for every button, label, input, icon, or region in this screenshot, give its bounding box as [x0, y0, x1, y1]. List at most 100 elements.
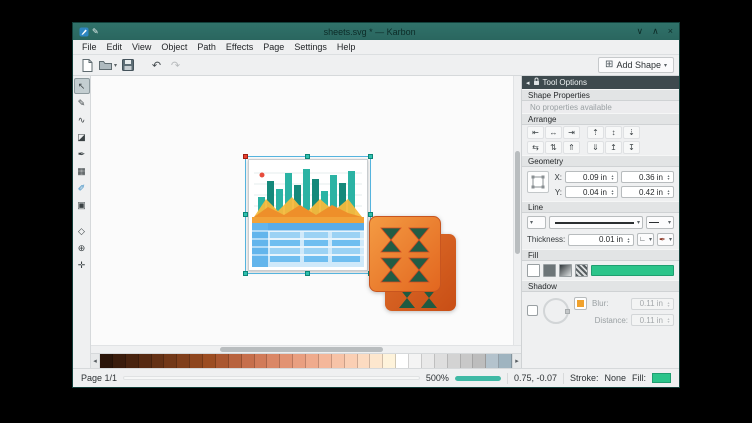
palette-swatch[interactable] — [473, 354, 486, 368]
line-join-select[interactable] — [637, 233, 654, 246]
palette-swatch[interactable] — [242, 354, 255, 368]
dock-collapse-icon[interactable] — [526, 79, 530, 87]
palette-swatch[interactable] — [306, 354, 319, 368]
redo-button[interactable]: ↷ — [167, 57, 184, 74]
fill-pattern-button[interactable] — [575, 264, 588, 277]
shadow-angle-knob[interactable] — [565, 309, 570, 314]
palette-swatch[interactable] — [229, 354, 242, 368]
palette-swatch[interactable] — [422, 354, 435, 368]
palette-swatch[interactable] — [435, 354, 448, 368]
zoom-slider[interactable] — [455, 376, 501, 381]
vertical-scrollbar-thumb[interactable] — [515, 151, 520, 253]
palette-swatch[interactable] — [177, 354, 190, 368]
fill-color-bar[interactable] — [591, 265, 674, 276]
open-dropdown-icon[interactable] — [114, 62, 117, 69]
palette-swatch[interactable] — [216, 354, 229, 368]
titlebar[interactable]: sheets.svg * — Karbon ∨ ∧ × — [73, 23, 679, 40]
align-bottom-button[interactable]: ⇣ — [623, 126, 640, 139]
palette-swatch[interactable] — [190, 354, 203, 368]
anchor-points-icon[interactable] — [527, 171, 549, 193]
palette-swatch[interactable] — [448, 354, 461, 368]
menu-settings[interactable]: Settings — [289, 41, 332, 53]
shadow-color-button[interactable] — [574, 297, 587, 310]
bezier-curve-tool[interactable]: ∿ — [74, 112, 90, 128]
horizontal-scrollbar[interactable] — [91, 345, 521, 353]
menu-page[interactable]: Page — [258, 41, 289, 53]
width-input[interactable]: 0.36 in — [621, 171, 674, 183]
align-vcenter-button[interactable]: ↕ — [605, 126, 622, 139]
select-tool[interactable]: ↖ — [74, 78, 90, 94]
palette-swatch[interactable] — [164, 354, 177, 368]
palette-swatch[interactable] — [370, 354, 383, 368]
brush-tool[interactable]: ✐ — [74, 180, 90, 196]
palette-swatch[interactable] — [396, 354, 409, 368]
distribute-vertical-button[interactable]: ⇅ — [545, 141, 562, 154]
dock-header[interactable]: Tool Options — [522, 76, 679, 89]
palette-swatch[interactable] — [358, 354, 371, 368]
menu-object[interactable]: Object — [156, 41, 192, 53]
selection-handle-bottom-center[interactable] — [305, 271, 310, 276]
lock-icon[interactable] — [533, 77, 540, 88]
palette-swatch[interactable] — [126, 354, 139, 368]
palette-swatch[interactable] — [100, 354, 113, 368]
raise-button[interactable]: ⇑ — [563, 141, 580, 154]
spinner-icon[interactable] — [665, 189, 672, 195]
zoom-tool[interactable]: ⊕ — [74, 240, 90, 256]
palette-swatch[interactable] — [345, 354, 358, 368]
fill-solid-button[interactable] — [543, 264, 556, 277]
lower-button[interactable]: ⇓ — [587, 141, 604, 154]
palette-swatch[interactable] — [113, 354, 126, 368]
spinner-icon[interactable] — [665, 174, 672, 180]
align-top-button[interactable]: ⇡ — [587, 126, 604, 139]
menu-view[interactable]: View — [127, 41, 156, 53]
karbon-logo-image[interactable] — [369, 216, 457, 312]
line-end-select[interactable] — [646, 216, 674, 229]
palette-swatch[interactable] — [319, 354, 332, 368]
palette-swatch[interactable] — [203, 354, 216, 368]
minimize-button[interactable]: ∨ — [637, 26, 644, 37]
maximize-button[interactable]: ∧ — [652, 26, 659, 37]
palette-swatch[interactable] — [499, 354, 512, 368]
menu-effects[interactable]: Effects — [221, 41, 258, 53]
freehand-path-tool[interactable]: ✎ — [74, 95, 90, 111]
pan-tool[interactable]: ✛ — [74, 257, 90, 273]
align-right-button[interactable]: ⇥ — [563, 126, 580, 139]
spinner-icon[interactable] — [625, 237, 632, 243]
add-shape-button[interactable]: Add Shape — [598, 57, 674, 73]
palette-swatch[interactable] — [139, 354, 152, 368]
spinner-icon[interactable] — [609, 189, 616, 195]
y-input[interactable]: 0.04 in — [565, 186, 618, 198]
shadow-angle-dial[interactable] — [543, 298, 569, 324]
close-button[interactable]: × — [668, 26, 673, 37]
palette-swatch[interactable] — [409, 354, 422, 368]
distribute-horizontal-button[interactable]: ⇆ — [527, 141, 544, 154]
send-to-back-button[interactable]: ↧ — [623, 141, 640, 154]
palette-swatch[interactable] — [255, 354, 268, 368]
height-input[interactable]: 0.42 in — [621, 186, 674, 198]
new-document-button[interactable] — [78, 57, 95, 74]
palette-swatch[interactable] — [293, 354, 306, 368]
shape-edit-tool[interactable]: ◇ — [74, 223, 90, 239]
palette-swatch[interactable] — [486, 354, 499, 368]
menu-help[interactable]: Help — [332, 41, 361, 53]
horizontal-scrollbar-thumb[interactable] — [220, 347, 383, 352]
canvas[interactable] — [91, 76, 513, 345]
fill-none-button[interactable] — [527, 264, 540, 277]
align-hcenter-button[interactable]: ↔ — [545, 126, 562, 139]
calligraphy-tool[interactable]: ✒ — [74, 146, 90, 162]
palette-swatch[interactable] — [383, 354, 396, 368]
fill-swatch[interactable] — [652, 373, 671, 383]
undo-button[interactable]: ↶ — [148, 57, 165, 74]
palette-swatch[interactable] — [280, 354, 293, 368]
palette-swatch[interactable] — [332, 354, 345, 368]
palette-swatch[interactable] — [461, 354, 474, 368]
line-cap-select[interactable] — [527, 216, 546, 229]
selection-handle-top-right[interactable] — [368, 154, 373, 159]
line-marker-select[interactable] — [657, 233, 674, 246]
palette-scroll-right-button[interactable] — [512, 354, 521, 368]
picture-tool[interactable]: ▣ — [74, 197, 90, 213]
palette-swatch[interactable] — [152, 354, 165, 368]
sheets-chart-image[interactable] — [248, 159, 368, 271]
vertical-scrollbar[interactable] — [513, 76, 521, 345]
gradient-tool[interactable]: ◪ — [74, 129, 90, 145]
